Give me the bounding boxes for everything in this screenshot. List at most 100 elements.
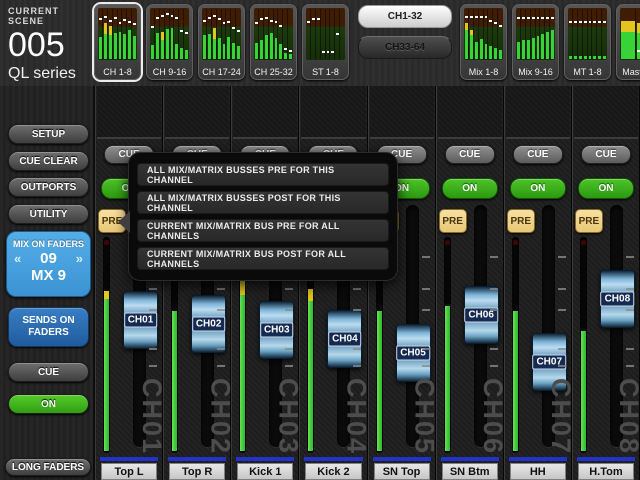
meter-bar [284,9,288,59]
channel-name[interactable]: SN Top [374,463,430,480]
meter-block[interactable]: Master [616,4,640,80]
mini-meter [568,8,607,60]
meter-bar [465,9,469,59]
fader-scale-tick [626,365,634,367]
meter-bar [489,9,493,59]
meter-block-label: Mix 9-16 [513,67,558,77]
channel-watermark: CH02 [210,378,230,455]
master-on-button[interactable]: ON [8,394,89,414]
fader-knob[interactable]: CH01 [123,291,158,349]
meter-bar [265,9,269,59]
meter-block[interactable]: Mix 9-16 [512,4,559,80]
channel-watermark: CH06 [483,378,503,455]
fader-scale-tick [490,288,498,290]
meter-block[interactable]: CH 17-24 [198,4,245,80]
channel-cue-button[interactable]: CUE [581,145,631,164]
channel-name[interactable]: Kick 2 [305,463,361,480]
outports-button[interactable]: OUTPORTS [8,177,89,197]
sends-on-faders-button[interactable]: SENDS ON FADERS [8,307,89,347]
meter-fill [172,311,177,451]
channel-name[interactable]: SN Btm [442,463,498,480]
fader-knob[interactable]: CH02 [191,295,226,353]
mini-meter [464,8,503,60]
fader-knob[interactable]: CH05 [396,324,431,382]
meter-fill [240,281,245,451]
mix-on-faders-panel[interactable]: MIX ON FADERS « 09 » MX 9 [6,231,91,297]
popup-menu-item[interactable]: CURRENT MIX/MATRIX BUS PRE FOR ALL CHANN… [137,219,389,242]
channel-detail-panel[interactable] [233,86,297,139]
utility-button[interactable]: UTILITY [8,204,89,224]
fader-scale-tick [149,288,157,290]
channel-detail-panel[interactable] [506,86,570,139]
pre-badge[interactable]: PRE [575,209,603,233]
pre-post-popup-menu: ALL MIX/MATRIX BUSSES PRE FOR THIS CHANN… [128,152,398,281]
channel-name[interactable]: HH [510,463,566,480]
setup-button[interactable]: SETUP [8,124,89,144]
meter-block-label: CH 17-24 [199,67,244,77]
pre-badge[interactable]: PRE [507,209,535,233]
pre-badge[interactable]: PRE [439,209,467,233]
meter-block[interactable]: ST 1-8 [302,4,349,80]
meter-bar [312,9,316,59]
meter-bar [480,9,484,59]
bank-button-ch33-64[interactable]: CH33-64 [358,36,452,59]
meter-block[interactable]: CH 1-8 [94,4,141,80]
peak-led-icon [104,240,109,245]
meter-bar [232,9,236,59]
popup-menu-item[interactable]: ALL MIX/MATRIX BUSSES PRE FOR THIS CHANN… [137,163,389,186]
channel-color-bar [441,457,499,461]
cue-clear-button[interactable]: CUE CLEAR [8,151,89,171]
meter-block-label: Mix 1-8 [461,67,506,77]
fader-knob[interactable]: CH06 [464,286,499,344]
channel-name[interactable]: Top R [169,463,225,480]
channel-name[interactable]: Top L [101,463,157,480]
meter-bar [541,9,545,59]
master-cue-button[interactable]: CUE [8,362,89,382]
meter-bar [133,9,136,59]
fader-knob[interactable]: CH04 [327,310,362,368]
popup-menu-item[interactable]: ALL MIX/MATRIX BUSSES POST FOR THIS CHAN… [137,191,389,214]
channel-strip: CUE ON PRE CH08 CH08 H.Tom [572,86,640,480]
channel-cue-button[interactable]: CUE [513,145,563,164]
channel-detail-panel[interactable] [165,86,229,139]
current-scene-label: CURRENT SCENE [8,6,94,26]
mix-next-icon[interactable]: » [76,251,83,266]
channel-bank-switcher: CH1-32 CH33-64 [358,5,452,59]
meter-block[interactable]: Mix 1-8 [460,4,507,80]
input-meter-blocks: CH 1-8 CH 9-16 CH 17-24 CH 25-32 ST 1-8 [94,4,349,80]
channel-name[interactable]: Kick 1 [237,463,293,480]
fader-knob[interactable]: CH08 [600,270,635,328]
scene-panel[interactable]: CURRENT SCENE 005 QL series [0,0,94,83]
channel-cue-button[interactable]: CUE [445,145,495,164]
meter-yellow-segment [104,291,109,299]
meter-block[interactable]: MT 1-8 [564,4,611,80]
meter-bar [485,9,489,59]
bank-button-ch1-32[interactable]: CH1-32 [358,5,452,28]
long-faders-button[interactable]: LONG FADERS [5,458,91,476]
fader-scale-tick [490,309,498,311]
meter-block[interactable]: CH 9-16 [146,4,193,80]
fader-scale-tick [422,256,430,258]
meter-bar [114,9,118,59]
channel-on-button[interactable]: ON [510,178,566,199]
popup-menu-item[interactable]: CURRENT MIX/MATRIX BUS POST FOR ALL CHAN… [137,247,389,270]
channel-detail-panel[interactable] [370,86,434,139]
fader-scale-tick [217,309,225,311]
channel-name[interactable]: H.Tom [578,463,634,480]
channel-meter [103,237,110,453]
fader-scale-tick [626,288,634,290]
channel-on-button[interactable]: ON [578,178,634,199]
meter-bar [327,9,331,59]
mix-prev-icon[interactable]: « [14,251,21,266]
meter-bar [499,9,502,59]
channel-detail-panel[interactable] [574,86,638,139]
channel-on-button[interactable]: ON [442,178,498,199]
fader-scale-tick [353,288,361,290]
channel-detail-panel[interactable] [301,86,365,139]
channel-detail-panel[interactable] [97,86,161,139]
channel-detail-panel[interactable] [438,86,502,139]
meter-block[interactable]: CH 25-32 [250,4,297,80]
meter-bar [203,9,207,59]
channel-color-bar [304,457,362,461]
meter-bar [336,9,340,59]
